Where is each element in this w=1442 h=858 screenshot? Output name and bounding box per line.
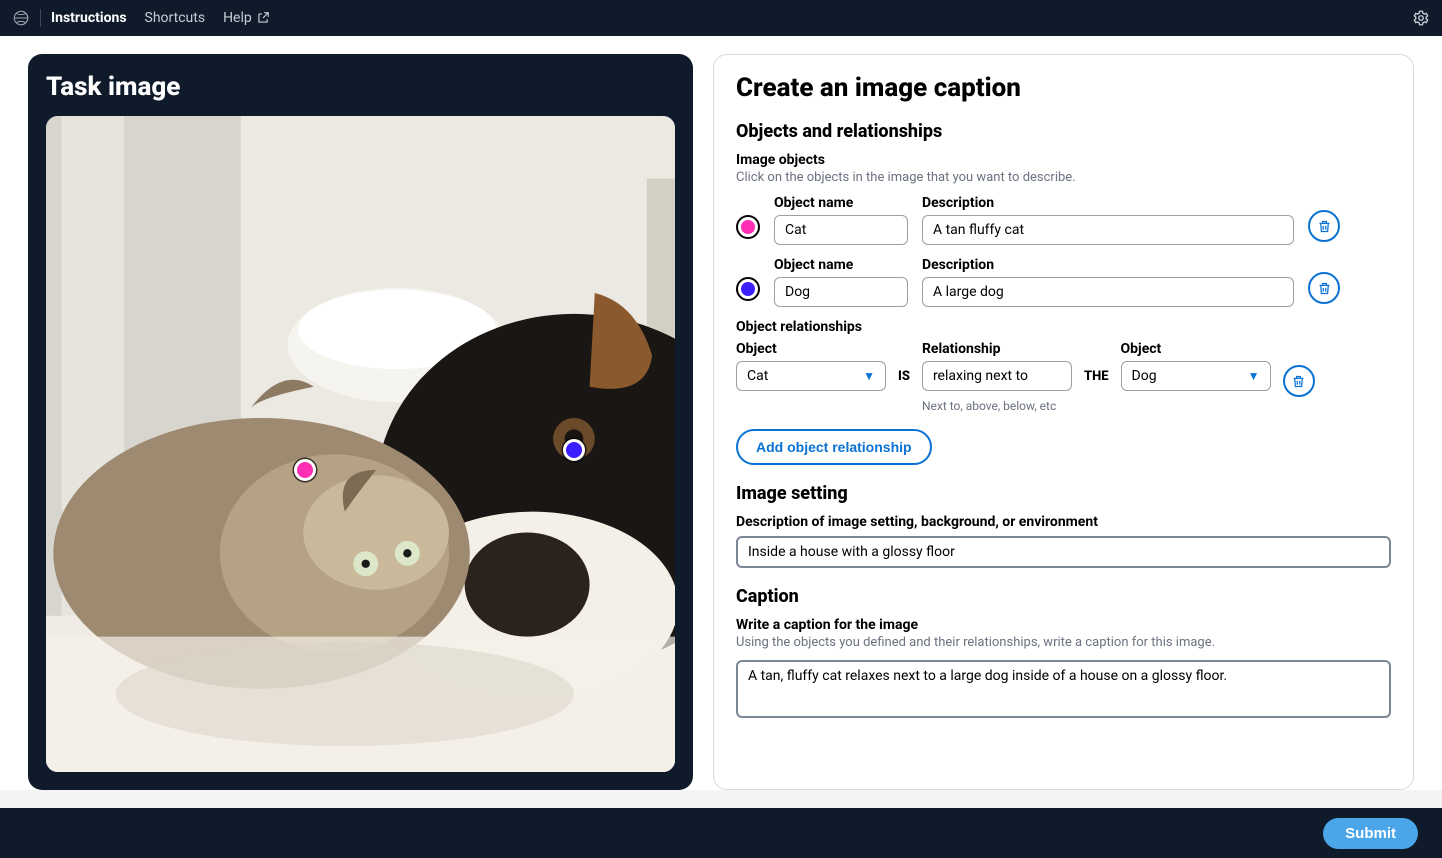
rel-object-label: Object — [736, 341, 886, 357]
rel-is-label: IS — [898, 369, 910, 384]
caption-hint: Using the objects you defined and their … — [736, 635, 1391, 650]
setting-label: Description of image setting, background… — [736, 514, 1391, 530]
section-caption: Caption — [736, 586, 1391, 607]
task-image-title: Task image — [46, 72, 675, 102]
rel-relationship-label: Relationship — [922, 341, 1072, 357]
rel-hint: Next to, above, below, etc — [922, 399, 1072, 413]
object-relationships-heading: Object relationships — [736, 319, 1391, 335]
object-desc-label: Description — [922, 195, 1294, 211]
nav-shortcuts[interactable]: Shortcuts — [145, 10, 206, 26]
caption-textarea[interactable] — [736, 660, 1391, 718]
object-desc-input[interactable] — [922, 277, 1294, 307]
task-image-panel: Task image — [28, 54, 693, 790]
nav-instructions[interactable]: Instructions — [51, 10, 127, 26]
settings-button[interactable] — [1412, 9, 1430, 27]
object-marker-toggle-pink[interactable] — [736, 215, 760, 239]
image-marker-blue[interactable] — [563, 439, 585, 461]
caption-label: Write a caption for the image — [736, 617, 1391, 633]
task-image[interactable] — [46, 116, 675, 772]
image-objects-hint: Click on the objects in the image that y… — [736, 170, 1391, 185]
object-name-label: Object name — [774, 257, 908, 273]
submit-button[interactable]: Submit — [1323, 818, 1418, 849]
rel-relationship-input[interactable] — [922, 361, 1072, 391]
object-row: Object name Description — [736, 257, 1391, 307]
trash-icon — [1317, 281, 1332, 296]
object-desc-input[interactable] — [922, 215, 1294, 245]
object-name-label: Object name — [774, 195, 908, 211]
object-marker-toggle-blue[interactable] — [736, 277, 760, 301]
object-row: Object name Description — [736, 195, 1391, 245]
object-name-input[interactable] — [774, 215, 908, 245]
delete-relationship-button[interactable] — [1283, 365, 1315, 397]
app-logo — [12, 9, 30, 27]
add-relationship-button[interactable]: Add object relationship — [736, 429, 932, 465]
delete-object-button[interactable] — [1308, 210, 1340, 242]
trash-icon — [1317, 219, 1332, 234]
setting-input[interactable] — [736, 536, 1391, 568]
trash-icon — [1291, 374, 1306, 389]
image-marker-pink[interactable] — [294, 459, 316, 481]
divider — [40, 9, 41, 27]
rel-right-value: Dog — [1132, 368, 1157, 384]
gear-icon — [1412, 9, 1430, 27]
chevron-down-icon: ▼ — [1248, 369, 1260, 383]
nav-help[interactable]: Help — [223, 10, 270, 26]
external-link-icon — [256, 11, 270, 25]
form-title: Create an image caption — [736, 73, 1391, 103]
rel-left-select[interactable]: Cat ▼ — [736, 361, 886, 391]
rel-object-label: Object — [1121, 341, 1271, 357]
top-nav: Instructions Shortcuts Help — [51, 10, 270, 26]
rel-the-label: THE — [1084, 369, 1109, 384]
workspace: Task image — [0, 36, 1442, 790]
top-bar: Instructions Shortcuts Help — [0, 0, 1442, 36]
nav-help-label: Help — [223, 10, 252, 26]
relationship-row: Object Cat ▼ IS Relationship Next to, ab… — [736, 341, 1391, 413]
bottom-bar: Submit — [0, 808, 1442, 858]
image-objects-heading: Image objects — [736, 152, 1391, 168]
chevron-down-icon: ▼ — [863, 369, 875, 383]
section-objects-rel: Objects and relationships — [736, 121, 1391, 142]
delete-object-button[interactable] — [1308, 272, 1340, 304]
rel-right-select[interactable]: Dog ▼ — [1121, 361, 1271, 391]
form-panel: Create an image caption Objects and rela… — [713, 54, 1414, 790]
object-name-input[interactable] — [774, 277, 908, 307]
object-desc-label: Description — [922, 257, 1294, 273]
section-image-setting: Image setting — [736, 483, 1391, 504]
rel-left-value: Cat — [747, 368, 768, 384]
